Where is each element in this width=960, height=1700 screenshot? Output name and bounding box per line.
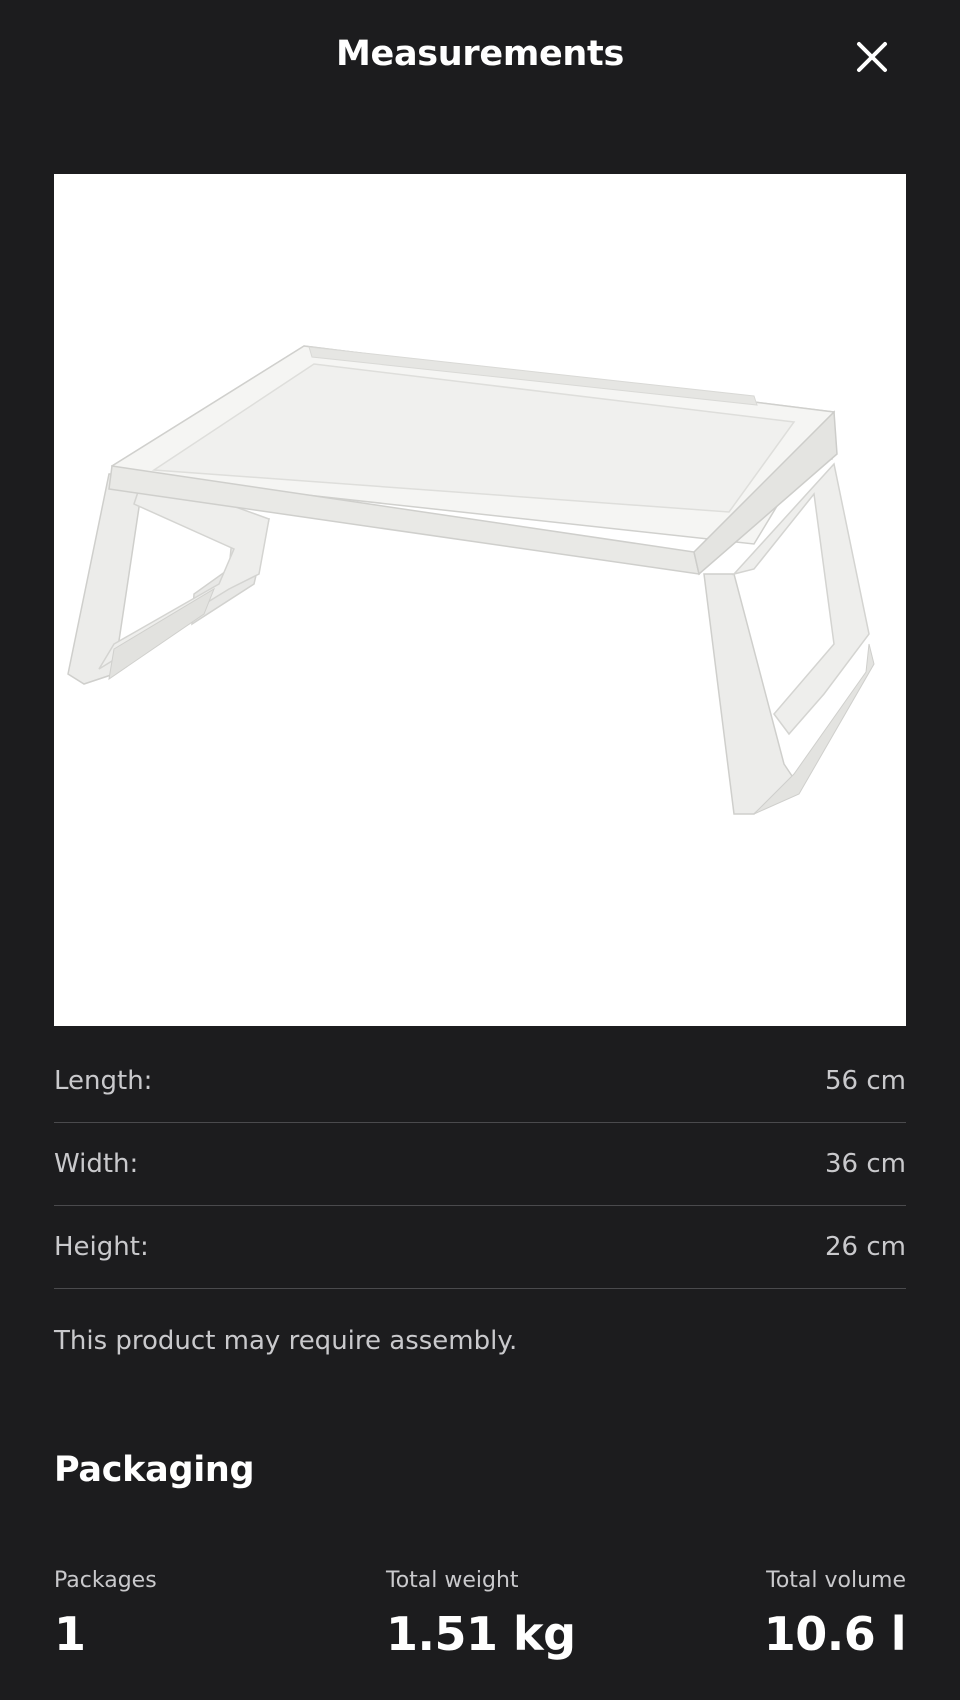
stat-value: 10.6 l bbox=[763, 1607, 907, 1661]
dimension-label: Height: bbox=[54, 1232, 149, 1262]
dimension-value: 36 cm bbox=[825, 1149, 906, 1179]
dimension-value: 26 cm bbox=[825, 1232, 906, 1262]
stat-value: 1 bbox=[54, 1607, 86, 1661]
stat-value: 1.51 kg bbox=[386, 1607, 576, 1661]
product-image bbox=[54, 174, 906, 1026]
total-weight-stat: Total weight 1.51 kg bbox=[386, 1568, 576, 1661]
page-title: Measurements bbox=[335, 34, 625, 74]
bed-tray-table-image bbox=[67, 345, 875, 815]
dimensions-list: Length: 56 cm Width: 36 cm Height: 26 cm bbox=[54, 1040, 906, 1289]
close-button[interactable] bbox=[850, 36, 894, 80]
total-volume-stat: Total volume 10.6 l bbox=[763, 1568, 907, 1661]
dimension-label: Length: bbox=[54, 1066, 153, 1096]
dimension-row-height: Height: 26 cm bbox=[54, 1206, 906, 1289]
packaging-heading: Packaging bbox=[54, 1450, 255, 1490]
dimension-row-length: Length: 56 cm bbox=[54, 1040, 906, 1123]
dimension-label: Width: bbox=[54, 1149, 139, 1179]
stat-label: Total volume bbox=[766, 1568, 906, 1593]
close-icon bbox=[857, 42, 887, 72]
packages-stat: Packages 1 bbox=[54, 1568, 157, 1661]
stat-label: Total weight bbox=[386, 1568, 519, 1593]
dimension-value: 56 cm bbox=[825, 1066, 906, 1096]
dimension-row-width: Width: 36 cm bbox=[54, 1123, 906, 1206]
stat-label: Packages bbox=[54, 1568, 157, 1593]
assembly-note: This product may require assembly. bbox=[54, 1326, 518, 1356]
modal-header: Measurements bbox=[0, 0, 960, 118]
